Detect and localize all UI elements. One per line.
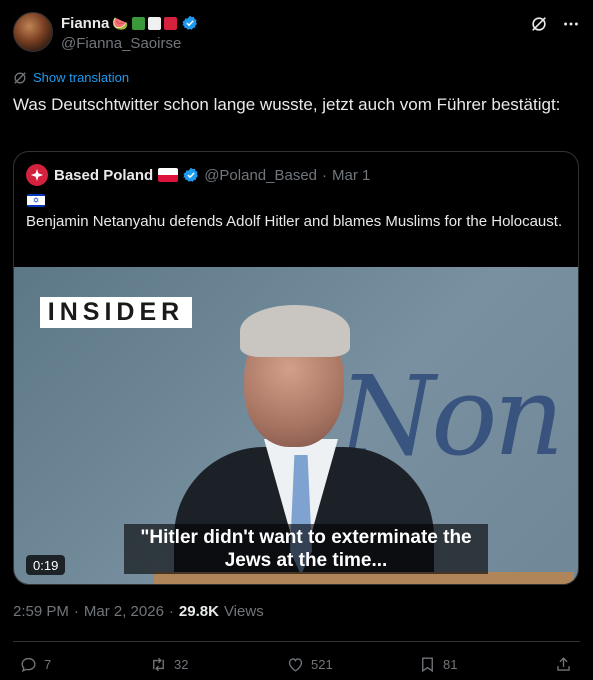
caption-line-2: Jews at the time... [224,550,388,571]
display-name[interactable]: Fianna [61,15,109,32]
video-duration: 0:19 [26,555,66,575]
quote-display-name[interactable]: Based Poland [54,167,153,184]
bookmark-button[interactable]: 81 [418,655,457,674]
tweet-date[interactable]: Mar 2, 2026 [84,603,164,620]
quote-avatar[interactable] [26,164,48,186]
meta-separator-2: · [168,603,174,620]
quote-handle[interactable]: @Poland_Based [204,167,317,184]
translate-icon [14,71,26,84]
more-options-icon[interactable] [562,15,580,33]
verified-badge-icon[interactable] [181,15,198,31]
red-square-icon [163,16,177,30]
meta-separator-1: · [73,603,79,620]
like-button[interactable]: 521 [286,655,333,674]
quote-date[interactable]: Mar 1 [332,167,370,184]
green-square-icon [131,16,145,30]
divider [13,641,580,642]
israel-flag-icon: ✡ [27,194,45,207]
like-count: 521 [311,656,333,672]
show-translation-link[interactable]: Show translation [13,70,129,85]
insider-logo: INSIDER [40,297,192,328]
bookmark-icon [422,656,433,672]
quote-tweet[interactable]: Based Poland @Poland_Based · Mar 1 ✡ Ben… [13,151,579,585]
video-player[interactable]: Non INSIDER "Hitler didn't want to exter… [14,267,578,584]
avatar[interactable] [13,12,53,52]
action-bar: 7 32 521 81 [13,651,580,677]
tweet-time[interactable]: 2:59 PM [13,603,69,620]
share-icon [557,656,570,671]
reply-button[interactable]: 7 [19,655,51,674]
reply-icon [21,657,36,672]
video-caption: "Hitler didn't want to exterminate the J… [124,524,488,574]
views-label: Views [223,603,264,620]
share-button[interactable] [554,655,573,674]
repost-button[interactable]: 32 [149,655,188,674]
quote-header: Based Poland @Poland_Based · Mar 1 [26,164,370,186]
views-count: 29.8K [178,603,219,620]
tweet-meta: 2:59 PM · Mar 2, 2026 · 29.8K Views [13,603,264,620]
tweet-header: Fianna 🍉 @Fianna_Saoirse [13,12,580,56]
author-handle[interactable]: @Fianna_Saoirse [61,35,198,52]
quote-verified-badge-icon[interactable] [183,167,199,183]
show-translation-label[interactable]: Show translation [33,70,129,85]
header-actions [530,12,580,33]
tweet-text: Was Deutschtwitter schon lange wusste, j… [13,95,561,114]
poland-flag-icon [158,168,179,182]
author-names: Fianna 🍉 @Fianna_Saoirse [61,14,198,52]
repost-count: 32 [174,656,189,672]
watermelon-icon: 🍉 [112,15,129,31]
heart-icon [288,657,303,672]
caption-line-1: "Hitler didn't want to exterminate the [140,527,472,548]
display-name-row: Fianna 🍉 [61,14,198,32]
reply-count: 7 [44,656,52,672]
bookmark-count: 81 [443,656,458,672]
repost-icon [153,657,164,671]
logo-text: INSIDER [47,298,185,326]
white-square-icon [147,16,161,30]
quote-text: Benjamin Netanyahu defends Adolf Hitler … [26,213,563,230]
speaker-hair [240,305,350,357]
grok-icon[interactable] [530,15,548,33]
quote-separator: · [322,166,328,184]
